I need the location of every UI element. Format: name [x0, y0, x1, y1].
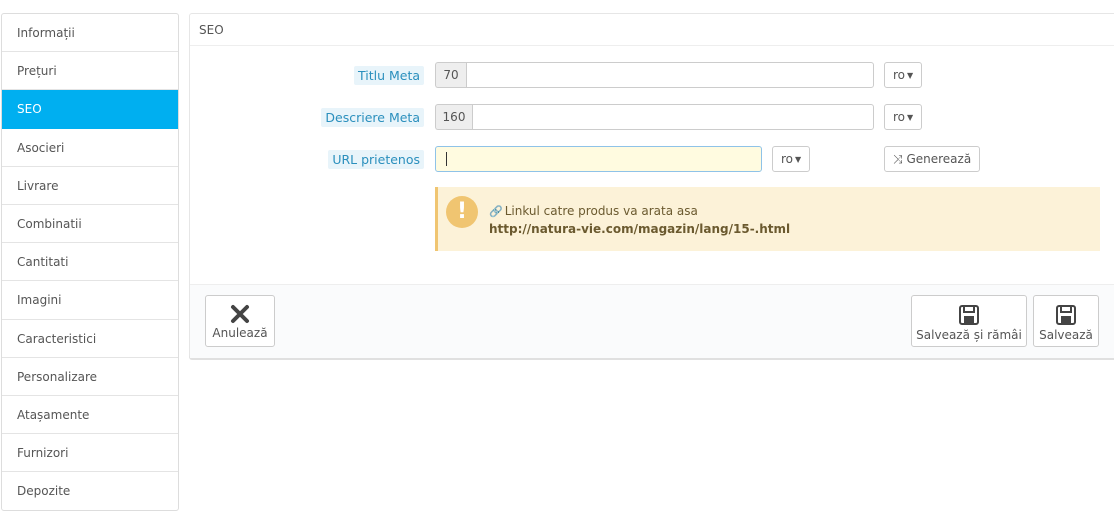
meta-description-lang-dropdown[interactable]: ro ▼	[884, 104, 923, 130]
meta-title-lang-dropdown[interactable]: ro ▼	[884, 62, 923, 88]
meta-description-label-wrap: Descriere Meta	[190, 108, 424, 128]
sidebar-item-personalizare[interactable]: Personalizare	[2, 358, 178, 396]
meta-title-label: Titlu Meta	[353, 66, 424, 85]
friendly-url-lang-dropdown[interactable]: ro ▼	[772, 146, 811, 172]
meta-description-input[interactable]	[472, 104, 874, 130]
warning-icon: !	[446, 196, 478, 228]
product-tabs-sidebar: Informații Prețuri SEO Asocieri Livrare …	[1, 13, 179, 512]
link-icon: 🔗	[489, 205, 503, 218]
sidebar-item-caracteristici[interactable]: Caracteristici	[2, 320, 178, 358]
generate-url-label: Generează	[906, 152, 972, 166]
save-and-stay-label: Salvează și rămâi	[916, 328, 1022, 342]
generate-url-button[interactable]: ⤨ Generează	[884, 146, 981, 172]
shuffle-icon: ⤨	[893, 152, 903, 166]
sidebar-item-cantitati[interactable]: Cantitati	[2, 243, 178, 282]
text-cursor	[446, 152, 447, 166]
meta-description-counter: 160	[435, 104, 472, 130]
friendly-url-input[interactable]	[435, 146, 762, 172]
sidebar-item-depozite[interactable]: Depozite	[2, 472, 178, 510]
alert-message: 🔗 Linkul catre produs va arata asa	[489, 204, 698, 218]
cancel-label: Anulează	[212, 326, 268, 340]
save-and-stay-button[interactable]: Salvează și rămâi	[911, 295, 1027, 347]
panel-footer: Anulează Salvează și rămâi Salvează	[190, 284, 1114, 358]
chevron-down-icon: ▼	[795, 155, 802, 164]
chevron-down-icon: ▼	[907, 71, 914, 80]
sidebar-item-imagini[interactable]: Imagini	[2, 281, 178, 320]
save-icon	[1056, 305, 1076, 325]
alert-text: Linkul catre produs va arata asa	[504, 204, 698, 218]
meta-title-input[interactable]	[466, 62, 874, 88]
meta-description-label: Descriere Meta	[321, 108, 424, 127]
sidebar-item-combinatii[interactable]: Combinatii	[2, 205, 178, 244]
save-button[interactable]: Salvează	[1033, 295, 1099, 347]
sidebar-item-preturi[interactable]: Prețuri	[2, 52, 178, 91]
sidebar-item-informatii[interactable]: Informații	[2, 14, 178, 53]
url-preview-alert: ! 🔗 Linkul catre produs va arata asa http…	[435, 187, 1100, 251]
sidebar-item-seo[interactable]: SEO	[2, 90, 178, 129]
sidebar-item-atasamente[interactable]: Atașamente	[2, 396, 178, 435]
alert-url: http://natura-vie.com/magazin/lang/15-.h…	[489, 222, 791, 236]
sidebar-item-asocieri[interactable]: Asocieri	[2, 129, 178, 167]
panel-heading: SEO	[190, 14, 1114, 46]
sidebar-item-livrare[interactable]: Livrare	[2, 167, 178, 205]
save-icon	[959, 305, 979, 325]
friendly-url-label: URL prietenos	[328, 150, 424, 169]
meta-title-lang-label: ro	[893, 68, 906, 82]
seo-panel: SEO Titlu Meta 70 ro ▼ Descriere Meta 160…	[189, 13, 1114, 358]
meta-title-label-wrap: Titlu Meta	[190, 66, 424, 86]
cancel-button[interactable]: Anulează	[205, 295, 275, 347]
sidebar-item-furnizori[interactable]: Furnizori	[2, 434, 178, 473]
chevron-down-icon: ▼	[907, 113, 914, 122]
friendly-url-lang-label: ro	[781, 152, 794, 166]
save-label: Salvează	[1039, 328, 1093, 342]
meta-description-lang-label: ro	[893, 110, 906, 124]
meta-title-counter: 70	[435, 62, 466, 88]
friendly-url-label-wrap: URL prietenos	[190, 150, 424, 170]
close-icon	[231, 305, 249, 323]
